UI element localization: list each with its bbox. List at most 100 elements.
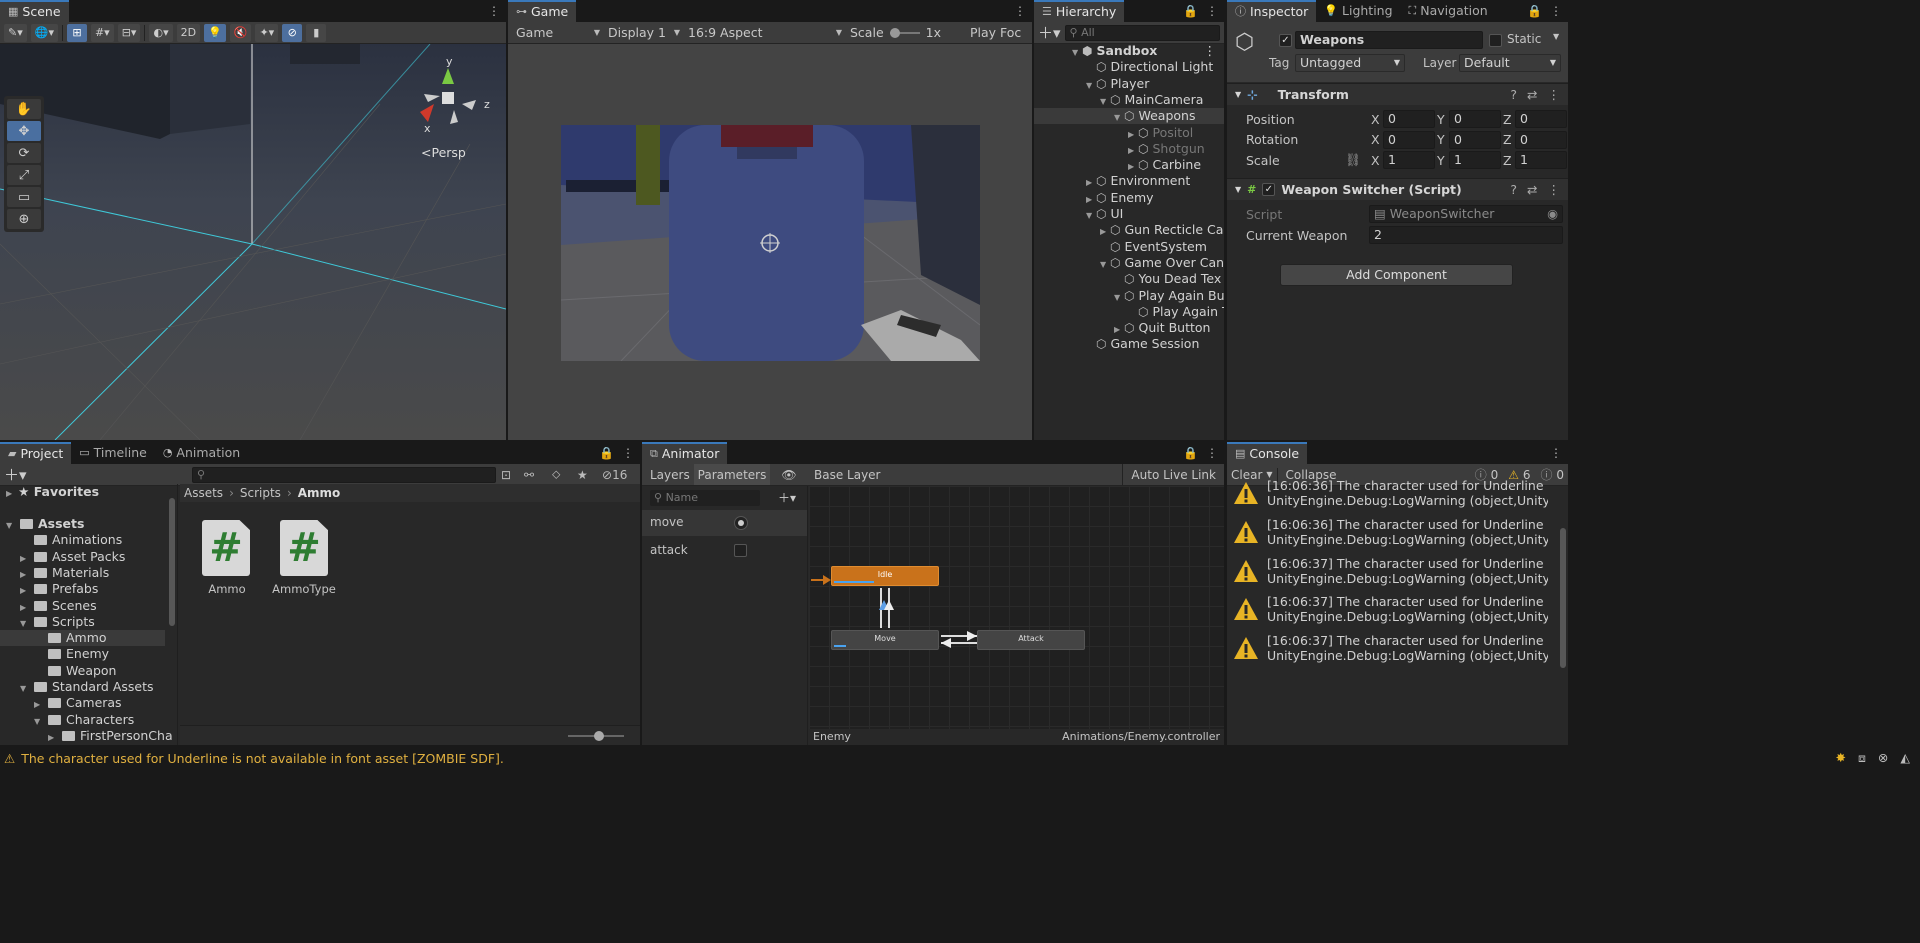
- 2d-toggle-button[interactable]: 2D: [176, 23, 201, 42]
- script-enabled-checkbox[interactable]: ✓: [1262, 183, 1276, 196]
- hierarchy-item[interactable]: ▶ ⬡ Gun Recticle Can: [1034, 222, 1224, 238]
- scale-field[interactable]: 1: [1449, 151, 1501, 169]
- scale-slider-track[interactable]: [889, 27, 920, 38]
- breadcrumb-assets[interactable]: Assets: [184, 486, 223, 500]
- create-asset-button[interactable]: ＋▾: [4, 464, 27, 485]
- breadcrumb-ammo[interactable]: Ammo: [298, 486, 341, 500]
- hierarchy-item[interactable]: ▶ ⬡ Enemy: [1034, 190, 1224, 206]
- snap-increment-icon[interactable]: ⊟▾: [117, 23, 141, 42]
- scale-field[interactable]: 1: [1383, 151, 1435, 169]
- scale-slider[interactable]: Scale 1x: [846, 25, 966, 40]
- project-folder-item[interactable]: ▶ Scenes: [0, 598, 165, 614]
- script-reference-field[interactable]: ▤ WeaponSwitcher ◉: [1369, 205, 1563, 223]
- parameter-attack[interactable]: attack: [642, 538, 807, 564]
- project-tree-scrollbar[interactable]: [168, 484, 176, 745]
- tab-project[interactable]: ▰ Project: [0, 442, 72, 464]
- tab-navigation[interactable]: ⛶ Navigation: [1401, 0, 1496, 22]
- hierarchy-item[interactable]: ⬡ Game Session: [1034, 336, 1224, 352]
- hierarchy-search-input[interactable]: ⚲ All: [1064, 24, 1220, 41]
- help-icon[interactable]: ?: [1510, 182, 1517, 197]
- project-folder-item[interactable]: ▶ Cameras: [0, 695, 165, 711]
- hierarchy-item[interactable]: ▶ ⬡ Quit Button: [1034, 320, 1224, 336]
- base-layer-breadcrumb[interactable]: Base Layer: [808, 468, 881, 482]
- static-checkbox[interactable]: [1489, 34, 1502, 47]
- icon-size-slider[interactable]: [568, 731, 624, 741]
- console-log-list[interactable]: [16:06:36] The character used for Underl…: [1227, 478, 1558, 745]
- console-entry[interactable]: [16:06:36] The character used for Underl…: [1227, 513, 1548, 551]
- position-field[interactable]: 0: [1449, 110, 1501, 128]
- lock-icon[interactable]: 🔒: [1183, 446, 1198, 460]
- layers-icon[interactable]: ⧈: [1858, 750, 1866, 766]
- tab-hierarchy[interactable]: ☰ Hierarchy: [1034, 0, 1125, 22]
- console-entry[interactable]: [16:06:37] The character used for Underl…: [1227, 629, 1548, 667]
- parameters-tab[interactable]: Parameters: [694, 464, 770, 485]
- project-folder-item[interactable]: Animations: [0, 532, 165, 548]
- axis-label[interactable]: X: [1371, 153, 1380, 168]
- tab-inspector[interactable]: ⓘ Inspector: [1227, 0, 1317, 22]
- search-by-type-icon[interactable]: ⊡: [501, 468, 511, 482]
- hierarchy-item[interactable]: ▶ ⬡ Shotgun: [1034, 141, 1224, 157]
- state-move[interactable]: Move: [831, 630, 939, 650]
- weapon-switcher-header[interactable]: ▼ # ✓ Weapon Switcher (Script) ? ⇄ ⋮: [1227, 178, 1568, 200]
- hierarchy-item[interactable]: ▶ ⬡ Carbine: [1034, 157, 1224, 173]
- cache-icon[interactable]: ⊗: [1878, 750, 1888, 766]
- rotation-field[interactable]: 0: [1383, 130, 1435, 149]
- display-dropdown[interactable]: Display 1 ▼: [604, 25, 684, 40]
- tag-dropdown[interactable]: Untagged ▼: [1295, 54, 1405, 72]
- constrain-proportions-icon[interactable]: ⛓: [1345, 152, 1361, 168]
- fold-arrow-icon[interactable]: ▶: [48, 730, 62, 745]
- project-folder-item[interactable]: ▶ Prefabs: [0, 581, 165, 597]
- lock-icon[interactable]: 🔒: [1183, 4, 1198, 18]
- star-icon[interactable]: ★: [577, 468, 588, 482]
- grid-snap-button[interactable]: ⊞: [66, 23, 87, 42]
- hierarchy-item[interactable]: ▼ ⬡ Weapons: [1034, 108, 1224, 125]
- help-icon[interactable]: ?: [1510, 87, 1517, 102]
- hidden-objects-icon[interactable]: ⊘: [282, 23, 303, 42]
- project-folder-item[interactable]: ▼ Characters: [0, 712, 165, 728]
- trigger-radio[interactable]: [734, 516, 748, 530]
- axis-label[interactable]: Z: [1503, 153, 1512, 168]
- transform-tool-icon[interactable]: ⊕: [7, 209, 41, 229]
- kebab-menu-icon[interactable]: ⋮: [1204, 43, 1217, 59]
- rect-tool-icon[interactable]: ▭: [7, 187, 41, 207]
- preset-icon[interactable]: ⇄: [1527, 87, 1537, 102]
- hierarchy-item[interactable]: ⬡ Play Again T: [1034, 304, 1224, 320]
- kebab-menu-icon[interactable]: ⋮: [1548, 87, 1561, 102]
- project-folder-item[interactable]: ▶ Asset Packs: [0, 549, 165, 565]
- kebab-menu-icon[interactable]: ⋮: [1550, 446, 1562, 460]
- game-viewport[interactable]: [508, 44, 1032, 440]
- tab-animator[interactable]: ⧉ Animator: [642, 442, 728, 464]
- project-folder-item[interactable]: ▶ FirstPersonCha: [0, 728, 173, 745]
- file-tile-ammotype[interactable]: # AmmoType: [270, 520, 338, 596]
- audio-icon[interactable]: 🔇: [229, 23, 252, 42]
- play-focused-dropdown[interactable]: Play Foc: [966, 25, 1025, 40]
- axis-label[interactable]: Z: [1503, 132, 1512, 147]
- lightbulb-icon[interactable]: 💡: [204, 23, 226, 42]
- hierarchy-item[interactable]: ⬡ You Dead Tex: [1034, 271, 1224, 287]
- axis-label[interactable]: Z: [1503, 112, 1512, 127]
- move-tool-icon[interactable]: ✥: [7, 121, 41, 141]
- hierarchy-item[interactable]: ▼ ⬡ Game Over Canv: [1034, 255, 1224, 271]
- project-folder-item[interactable]: ▼ Scripts: [0, 614, 165, 630]
- file-tile-ammo[interactable]: # Ammo: [202, 520, 252, 596]
- animator-graph[interactable]: Idle Move Attack: [809, 486, 1224, 729]
- effects-icon[interactable]: ✦▾: [255, 23, 279, 42]
- console-entry[interactable]: [16:06:37] The character used for Underl…: [1227, 552, 1548, 590]
- shading-mode-icon[interactable]: ◐▾: [149, 23, 173, 42]
- kebab-menu-icon[interactable]: ⋮: [488, 4, 500, 18]
- draw-mode-button[interactable]: ✎▾: [4, 23, 27, 42]
- hierarchy-item[interactable]: ▼ ⬡ Player: [1034, 76, 1224, 92]
- project-folder-item[interactable]: ▼ Standard Assets: [0, 679, 165, 695]
- game-mode-dropdown[interactable]: Game ▼: [512, 25, 604, 40]
- hierarchy-item[interactable]: ▼ ⬢ Sandbox ⋮: [1034, 43, 1224, 59]
- state-idle[interactable]: Idle: [831, 566, 939, 586]
- tab-game[interactable]: ⊶ Game: [508, 0, 577, 22]
- current-weapon-field[interactable]: 2: [1369, 226, 1563, 244]
- eye-icon[interactable]: 👁: [770, 468, 808, 482]
- console-entry[interactable]: [16:06:37] The character used for Underl…: [1227, 590, 1548, 628]
- status-message[interactable]: The character used for Underline is not …: [21, 751, 504, 766]
- tab-timeline[interactable]: ▭ Timeline: [71, 442, 155, 464]
- scene-viewport[interactable]: ✋ ✥ ⟳ ⤢ ▭ ⊕ y z x <Persp: [0, 44, 506, 440]
- lock-icon[interactable]: 🔒: [1527, 4, 1542, 18]
- hierarchy-item[interactable]: ▼ ⬡ Play Again Bu: [1034, 288, 1224, 304]
